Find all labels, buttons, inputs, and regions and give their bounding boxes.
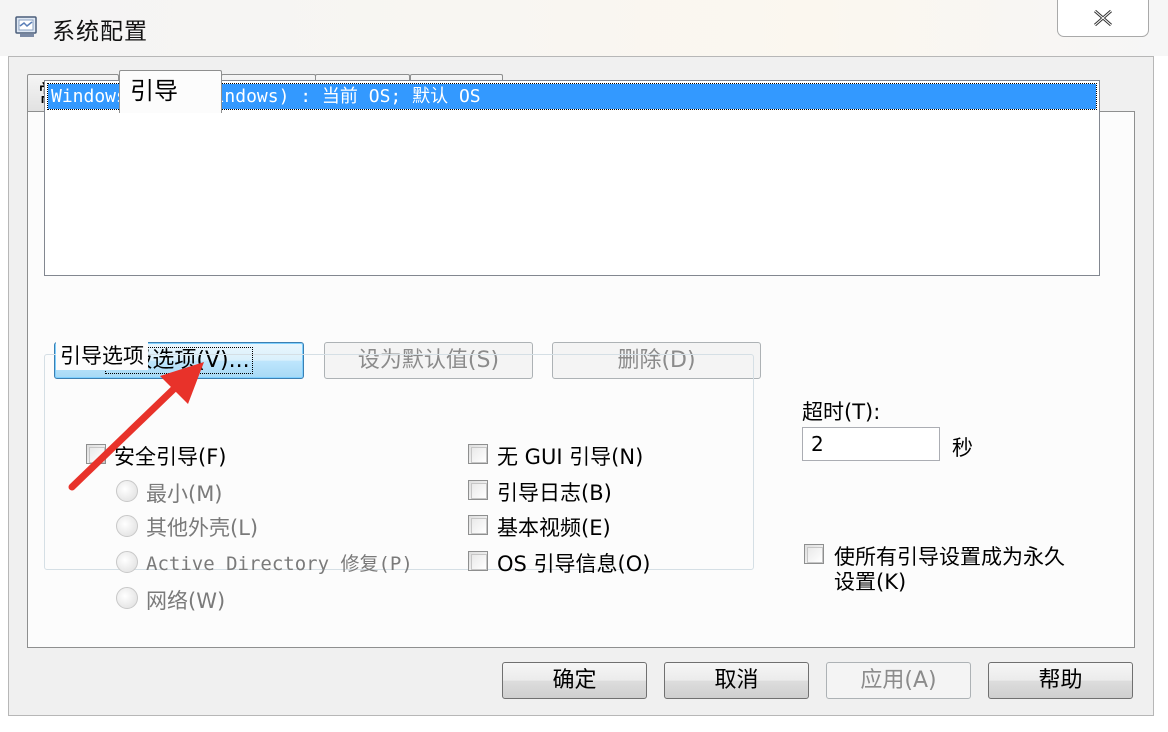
safe-boot-label: 安全引导(F) [114, 445, 227, 469]
cancel-button[interactable]: 取消 [664, 662, 809, 699]
timeout-unit: 秒 [952, 436, 973, 460]
title-bar: 系统配置 [0, 0, 1168, 56]
os-boot-info-checkbox[interactable] [468, 551, 488, 571]
help-button[interactable]: 帮助 [988, 662, 1133, 699]
no-gui-boot-label: 无 GUI 引导(N) [497, 445, 644, 469]
boot-log-checkbox[interactable] [468, 480, 488, 500]
make-permanent-label-line2: 设置(K) [834, 570, 907, 594]
close-icon [1094, 9, 1112, 27]
alternate-shell-radio[interactable] [116, 515, 138, 537]
alternate-shell-label: 其他外壳(L) [146, 516, 259, 540]
ok-button[interactable]: 确定 [502, 662, 647, 699]
minimal-label: 最小(M) [146, 482, 223, 506]
window-title: 系统配置 [52, 19, 148, 45]
base-video-checkbox[interactable] [468, 515, 488, 535]
boot-options-label: 引导选项 [56, 340, 148, 370]
timeout-label: 超时(T): [802, 400, 881, 424]
timeout-input[interactable]: 2 [802, 427, 940, 461]
network-radio[interactable] [116, 587, 138, 609]
active-directory-radio[interactable] [116, 551, 138, 573]
os-boot-info-label: OS 引导信息(O) [497, 552, 651, 576]
apply-button[interactable]: 应用(A) [826, 662, 971, 699]
safe-boot-checkbox[interactable] [86, 444, 106, 464]
active-directory-label: Active Directory 修复(P) [146, 553, 413, 575]
msconfig-icon [15, 16, 37, 37]
network-label: 网络(W) [146, 589, 226, 613]
minimal-radio[interactable] [116, 480, 138, 502]
no-gui-boot-checkbox[interactable] [468, 444, 488, 464]
make-permanent-checkbox[interactable] [804, 544, 824, 564]
close-button[interactable] [1057, 0, 1149, 37]
tab-boot[interactable]: 引导 [119, 70, 222, 113]
boot-log-label: 引导日志(B) [497, 481, 612, 505]
base-video-label: 基本视频(E) [497, 516, 611, 540]
